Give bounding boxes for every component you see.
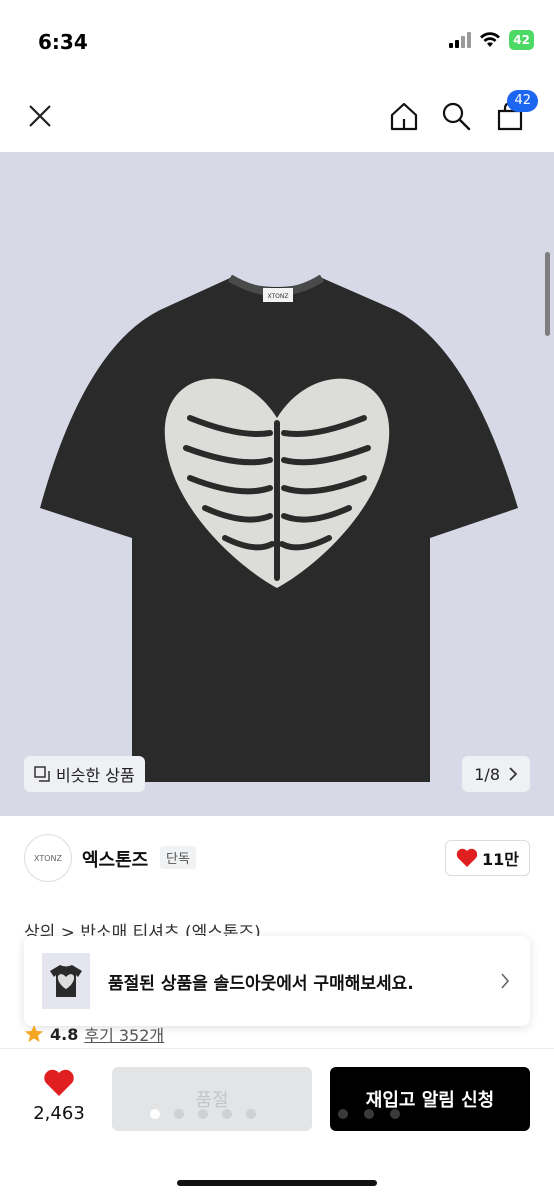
home-icon: [390, 102, 418, 131]
tshirt-thumbnail-icon: [50, 965, 82, 997]
heart-icon: [456, 848, 478, 867]
soldout-button[interactable]: 품절: [112, 1067, 312, 1131]
tshirt-label: XTONZ: [268, 293, 289, 300]
heart-icon: [44, 1069, 74, 1096]
breadcrumb[interactable]: 상의 > 반소매 티셔츠 (엑스톤즈): [24, 918, 261, 936]
page-dot: [246, 1109, 256, 1119]
page-dots: [338, 1109, 400, 1119]
review-count-link[interactable]: 후기 352개: [84, 1022, 164, 1046]
search-icon: [442, 102, 471, 131]
page-dot: [174, 1109, 184, 1119]
page-dot: [338, 1109, 348, 1119]
image-counter[interactable]: 1/8: [462, 756, 530, 792]
brand-like-button[interactable]: 11만: [445, 840, 530, 876]
cellular-signal-icon: [449, 32, 472, 48]
battery-icon: 42: [509, 30, 534, 50]
image-counter-text: 1/8: [474, 764, 500, 784]
banner-thumbnail: [42, 953, 90, 1009]
brand-like-count: 11만: [482, 850, 519, 869]
top-nav: 42: [0, 80, 554, 152]
back-close-icon: [29, 105, 51, 127]
brand-logo[interactable]: XTONZ: [24, 834, 72, 882]
product-image-gallery[interactable]: XTONZ 비슷한 상품 1/8: [0, 152, 554, 816]
cart-badge: 42: [507, 90, 538, 112]
chevron-right-icon: [509, 767, 518, 781]
cart-button[interactable]: 42: [488, 90, 538, 138]
page-dot: [222, 1109, 232, 1119]
scroll-indicator: [545, 252, 550, 336]
page-dots: [150, 1109, 256, 1119]
page-dot: [364, 1109, 374, 1119]
soldout-banner-text: 품절된 상품을 솔드아웃에서 구매해보세요.: [108, 973, 414, 994]
page-dot: [198, 1109, 208, 1119]
wifi-icon: [480, 32, 501, 47]
rating-score: 4.8: [50, 1024, 79, 1044]
soldout-banner[interactable]: 품절된 상품을 솔드아웃에서 구매해보세요.: [24, 936, 530, 1026]
brand-name[interactable]: 엑스톤즈: [82, 846, 148, 872]
rating-row[interactable]: 4.8 후기 352개: [24, 1022, 164, 1046]
status-icons: 42: [449, 30, 534, 50]
bottom-action-bar: 2,463 품절 재입고 알림 신청: [0, 1048, 554, 1200]
wishlist-count: 2,463: [33, 1103, 85, 1124]
brand-logo-text: XTONZ: [34, 853, 62, 863]
status-bar: 6:34 42: [0, 0, 554, 80]
copy-icon: [34, 766, 50, 782]
search-button[interactable]: [434, 94, 478, 138]
chevron-right-icon: [501, 973, 510, 989]
status-time: 6:34: [38, 30, 88, 54]
restock-alert-button[interactable]: 재입고 알림 신청: [330, 1067, 530, 1131]
exclusive-tag: 단독: [160, 846, 196, 869]
brand-row: XTONZ 엑스톤즈 단독 11만: [0, 816, 554, 900]
page-dot: [390, 1109, 400, 1119]
wishlist-button[interactable]: 2,463: [26, 1069, 92, 1124]
product-image: XTONZ: [40, 274, 518, 782]
home-button[interactable]: [382, 94, 426, 138]
similar-products-label: 비슷한 상품: [56, 766, 135, 785]
page-dot: [150, 1109, 160, 1119]
similar-products-button[interactable]: 비슷한 상품: [24, 756, 145, 792]
star-icon: [25, 1025, 43, 1042]
home-indicator: [177, 1180, 377, 1186]
back-button[interactable]: [18, 94, 62, 138]
